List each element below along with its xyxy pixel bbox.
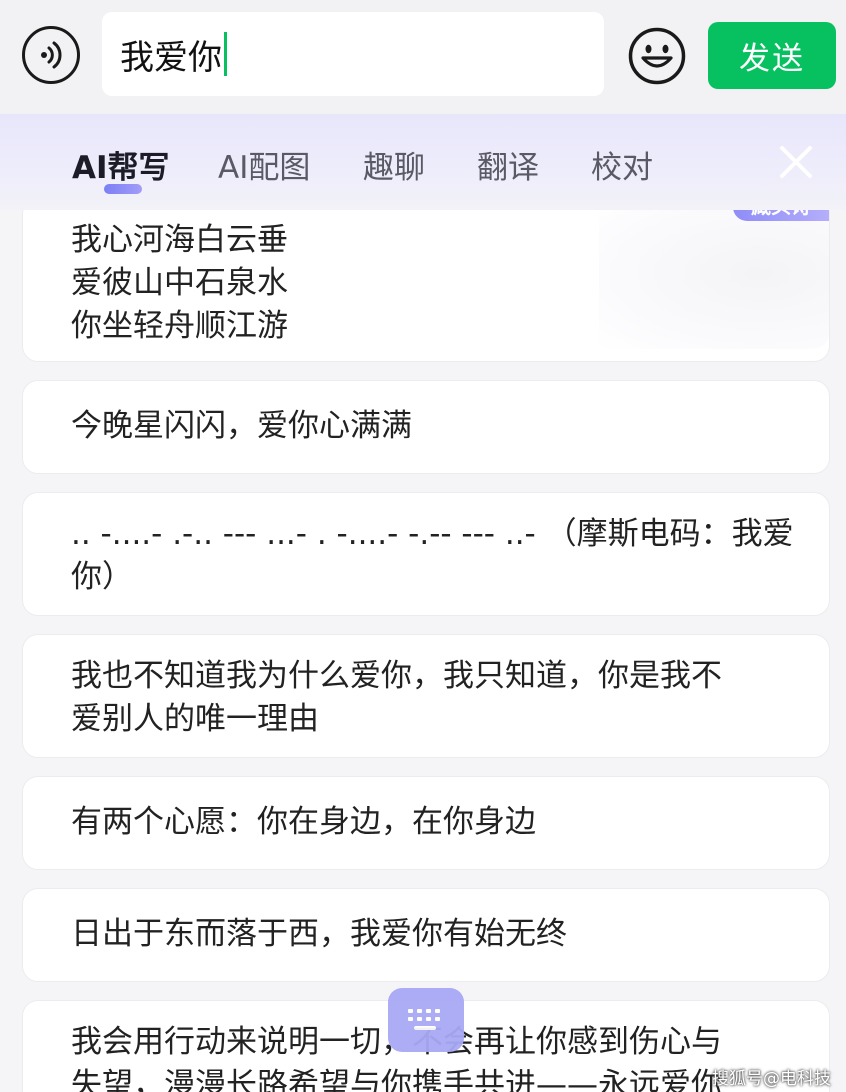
message-input[interactable]: 我爱你 [102, 12, 604, 96]
close-icon [780, 146, 812, 178]
voice-button[interactable] [22, 26, 80, 84]
voice-icon [41, 41, 62, 69]
card-line: 失望，漫漫长路希望与你携手共进——永远爱你 [71, 1067, 722, 1092]
suggestion-card[interactable]: .. -....- .-.. --- ...- . -....- -.-- --… [22, 492, 830, 616]
tab-ai-write[interactable]: AI帮写 [72, 142, 170, 187]
suggestion-card[interactable]: 我心河海白云垂 爱彼山中石泉水 你坐轻舟顺江游 藏头诗 [22, 210, 830, 362]
card-line: 今晚星闪闪，爱你心满满 [71, 408, 412, 444]
card-line: 有两个心愿：你在身边，在你身边 [71, 804, 536, 840]
emoji-icon [628, 27, 686, 85]
text-caret [224, 32, 227, 76]
card-line: .. -....- .-.. --- ...- . -....- -.-- --… [71, 516, 794, 552]
suggestion-card[interactable]: 日出于东而落于西，我爱你有始无终 [22, 888, 830, 982]
active-tab-indicator [104, 184, 142, 194]
tab-chat[interactable]: 趣聊 [363, 142, 425, 187]
watermark: 搜狐号@电科技 [712, 1069, 831, 1089]
acrostic-badge: 藏头诗 [733, 210, 829, 221]
message-input-text: 我爱你 [120, 37, 222, 78]
close-button[interactable] [774, 140, 818, 184]
suggestion-card[interactable]: 有两个心愿：你在身边，在你身边 [22, 776, 830, 870]
tab-proofread[interactable]: 校对 [591, 142, 653, 187]
keyboard-toggle-button[interactable] [388, 988, 464, 1052]
tab-translate[interactable]: 翻译 [477, 142, 539, 187]
card-line: 我心河海白云垂 [71, 222, 288, 258]
suggestion-list: 我心河海白云垂 爱彼山中石泉水 你坐轻舟顺江游 藏头诗 今晚星闪闪，爱你心满满 … [22, 210, 830, 1092]
card-line: 爱别人的唯一理由 [71, 701, 319, 737]
card-line: 你） [71, 559, 133, 595]
tab-ai-image[interactable]: AI配图 [218, 142, 310, 187]
suggestion-card[interactable]: 我也不知道我为什么爱你，我只知道，你是我不 爱别人的唯一理由 [22, 634, 830, 758]
send-button[interactable]: 发送 [708, 22, 836, 89]
card-line: 爱彼山中石泉水 [71, 265, 288, 301]
card-line: 我也不知道我为什么爱你，我只知道，你是我不 [71, 658, 722, 694]
ai-tab-bar: AI帮写 AI配图 趣聊 翻译 校对 [0, 114, 846, 210]
keyboard-icon [408, 1009, 440, 1030]
input-bar: 我爱你 发送 [0, 0, 846, 114]
emoji-button[interactable] [627, 26, 687, 86]
card-line: 你坐轻舟顺江游 [71, 308, 288, 344]
card-line: 日出于东而落于西，我爱你有始无终 [71, 916, 567, 952]
suggestion-card[interactable]: 今晚星闪闪，爱你心满满 [22, 380, 830, 474]
